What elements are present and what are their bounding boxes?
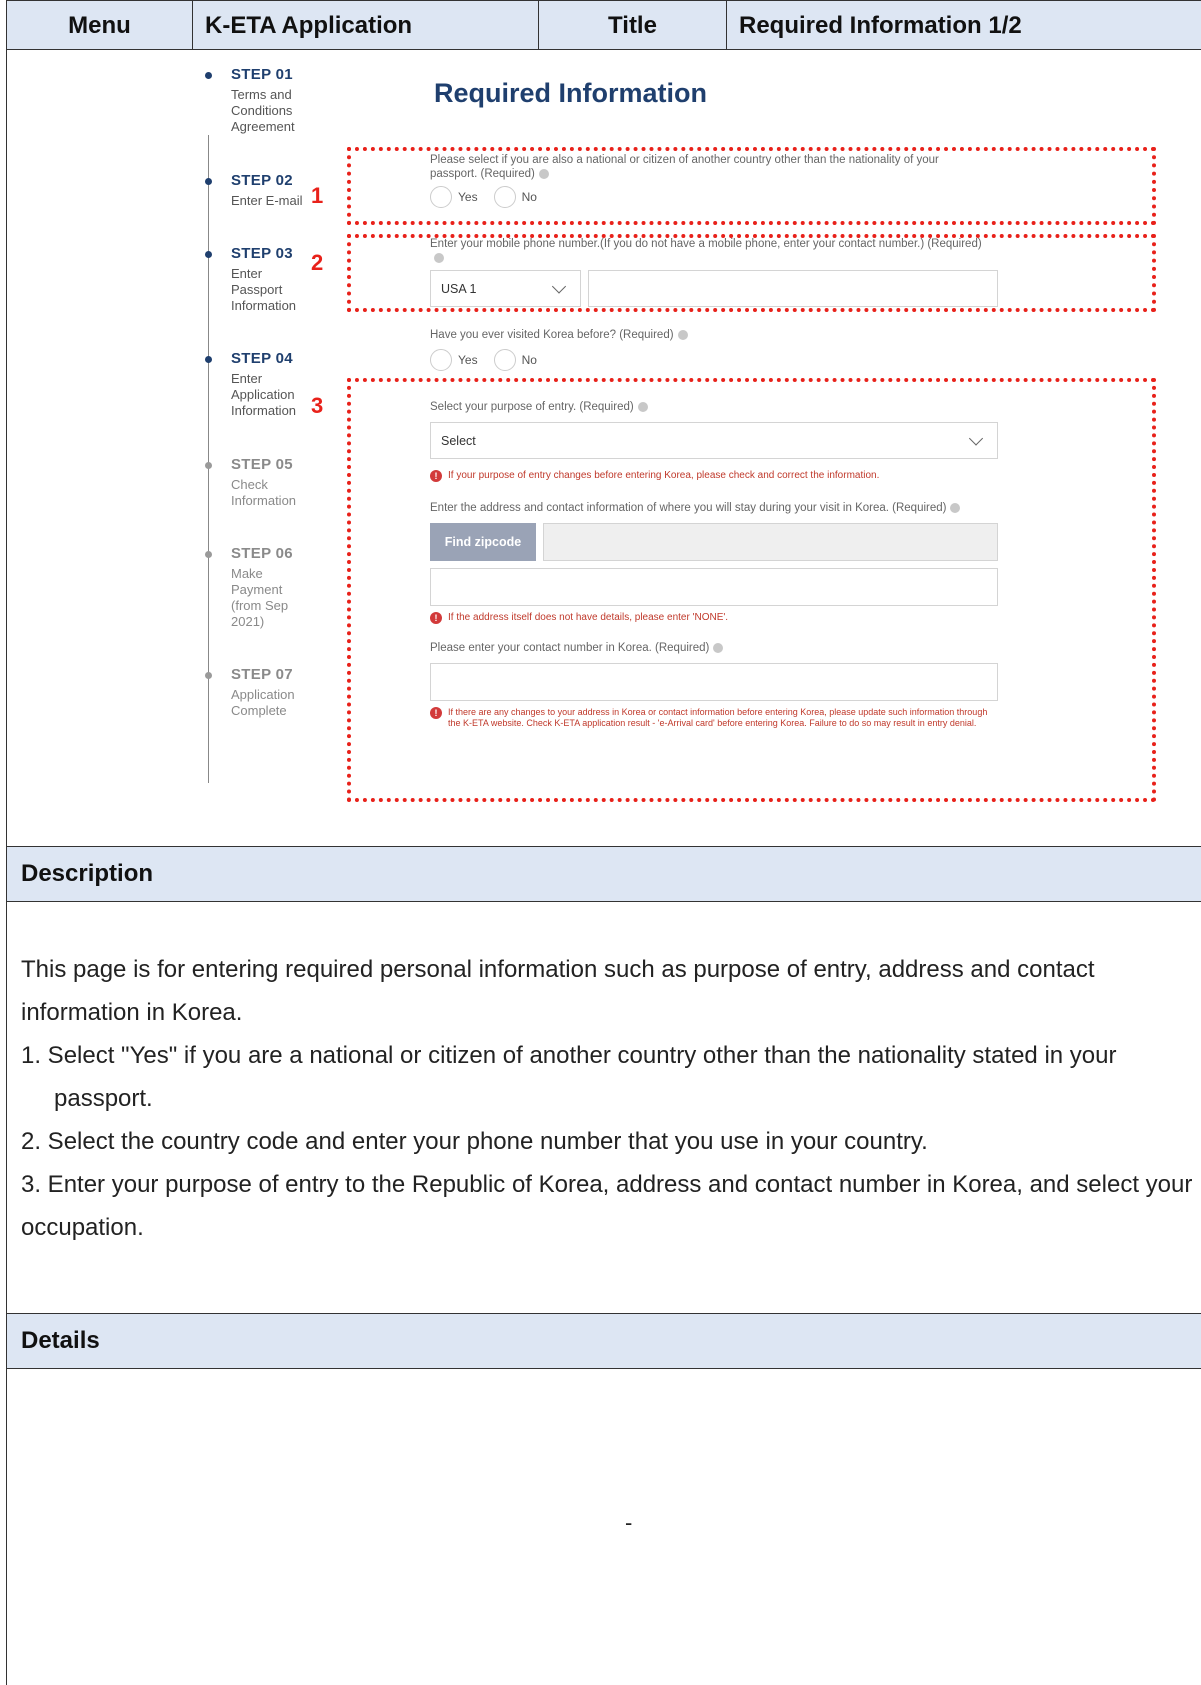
address-label: Enter the address and contact informatio… [430,501,961,515]
warning-icon: ! [430,612,442,624]
info-icon [538,168,549,179]
country-code-select[interactable]: USA 1 [430,270,581,307]
title-label: Title [539,1,727,50]
zipcode-field [543,523,998,561]
korea-contact-input[interactable] [430,663,998,701]
description-body: This page is for entering required perso… [21,948,1196,1249]
radio-no[interactable] [493,186,516,208]
step-number: STEP 07 [231,666,293,683]
dual-nationality-options: Yes No [430,186,553,208]
info-icon [677,329,688,340]
purpose-label: Select your purpose of entry. (Required) [430,400,648,414]
radio-no[interactable] [493,349,516,371]
info-icon [434,252,444,263]
description-intro: This page is for entering required perso… [21,956,1095,1026]
step-dot-icon [205,672,212,679]
address-warning: ! If the address itself does not have det… [430,612,990,624]
description-item: 2. Select the country code and enter you… [21,1128,928,1155]
step-01[interactable]: STEP 01 Terms and Conditions Agreement [205,66,331,135]
find-zipcode-button[interactable]: Find zipcode [430,523,536,561]
contact-label: Please enter your contact number in Kore… [430,641,724,655]
annotation-3: 3 [311,393,324,418]
annotation-1: 1 [311,183,324,208]
purpose-select[interactable]: Select [430,422,998,459]
description-heading: Description [7,846,1201,902]
chevron-down-icon [968,430,984,446]
details-heading: Details [7,1313,1201,1369]
menu-value: K-ETA Application [193,1,539,50]
form-title: Required Information [434,78,708,108]
step-number: STEP 04 [231,350,293,367]
phone-number-input[interactable] [588,270,998,307]
screenshot-area: STEP 01 Terms and Conditions Agreement STE… [7,50,1201,846]
visited-options: Yes No [430,349,553,371]
step-number: STEP 06 [231,545,293,562]
visited-question: Have you ever visited Korea before? (Req… [430,328,688,342]
purpose-warning: ! If your purpose of entry changes before… [430,470,990,482]
step-text: Check Information [231,477,297,508]
details-content: - [625,1510,633,1535]
description-item: 1. Select "Yes" if you are a national or… [21,1042,1117,1112]
warning-icon: ! [430,707,442,719]
info-icon [950,502,961,513]
step-dot-icon [205,72,212,79]
step-05[interactable]: STEP 05 Check Information [205,456,331,509]
info-icon [637,401,648,412]
description-item: 3. Enter your purpose of entry to the Re… [21,1171,1193,1241]
warning-icon: ! [430,470,442,482]
menu-label: Menu [7,1,193,50]
annotation-2: 2 [311,250,324,275]
info-icon [713,642,724,653]
step-07[interactable]: STEP 07 Application Complete [205,666,331,719]
title-value: Required Information 1/2 [739,11,1022,39]
step-dot-icon [205,356,212,363]
step-number: STEP 05 [231,456,293,473]
address-detail-input[interactable] [430,568,998,606]
step-text: Terms and Conditions Agreement [231,87,295,134]
document-page: Menu K-ETA Application Title Required In… [6,0,1201,1685]
step-dot-icon [205,178,212,185]
dual-nationality-question: Please select if you are also a national… [430,154,939,180]
step-dot-icon [205,251,212,258]
contact-warning: ! If there are any changes to your addres… [430,707,990,729]
step-text: Application Complete [231,687,295,718]
step-06[interactable]: STEP 06 Make Payment (from Sep 2021) [205,545,331,630]
chevron-down-icon [551,278,567,294]
phone-question: Enter your mobile phone number.(If you d… [430,237,990,265]
step-number: STEP 01 [231,66,293,83]
step-dot-icon [205,462,212,469]
header-row: Menu K-ETA Application Title Required In… [7,0,1201,50]
radio-yes[interactable] [430,186,452,208]
step-text: Make Payment (from Sep 2021) [231,566,289,629]
radio-yes[interactable] [430,349,452,371]
step-dot-icon [205,551,212,558]
stepper-line [208,135,209,783]
